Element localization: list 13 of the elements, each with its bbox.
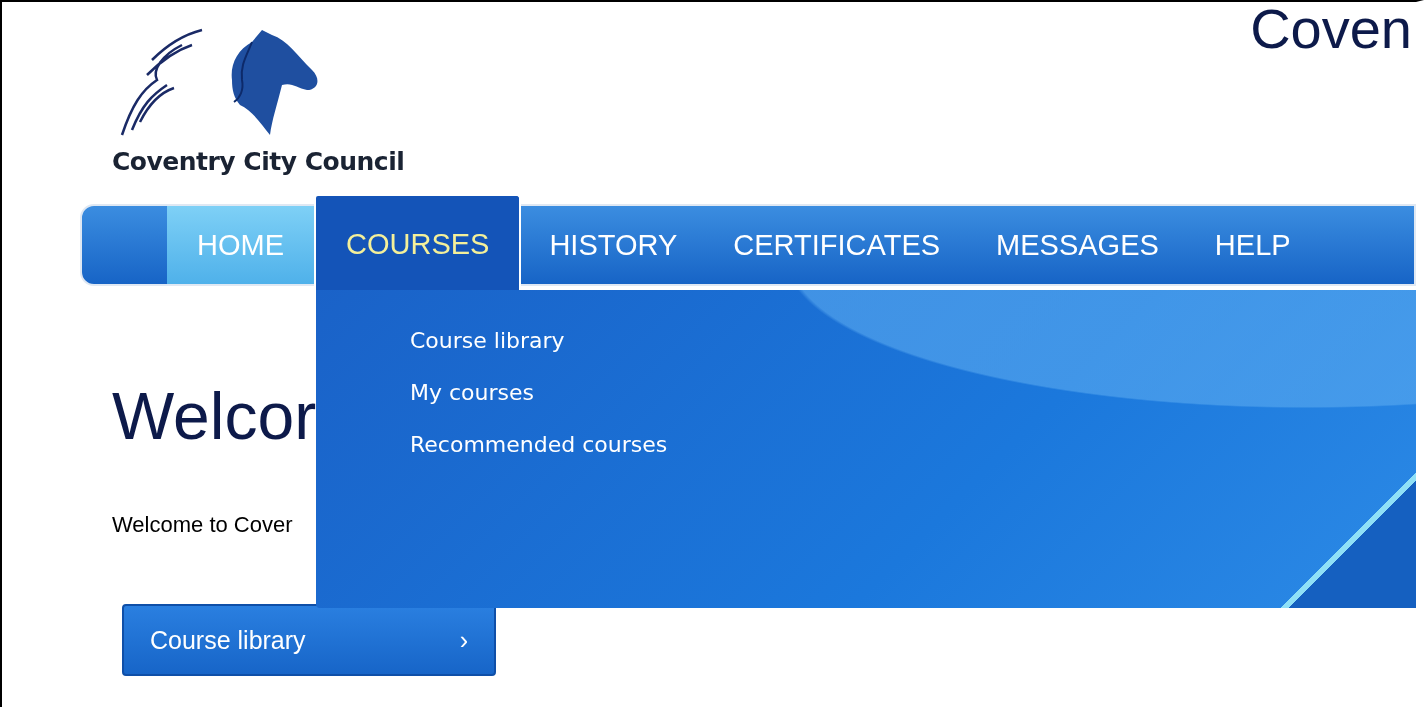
logo-text: Coventry City Council	[112, 147, 405, 176]
nav-tab[interactable]: COURSES	[314, 194, 522, 292]
dropdown-link[interactable]: Recommended courses	[410, 432, 1416, 457]
dropdown-link[interactable]: My courses	[410, 380, 1416, 405]
course-library-button[interactable]: Course library ›	[122, 604, 496, 676]
welcome-text: Welcome to Cover	[112, 512, 294, 538]
nav-tab[interactable]: CERTIFICATES	[705, 206, 969, 284]
nav-tab[interactable]: HISTORY	[521, 206, 706, 284]
site-title: Coven	[1250, 2, 1413, 60]
nav-tab[interactable]: MESSAGES	[968, 206, 1187, 284]
welcome-heading: Welcor	[112, 378, 317, 454]
dropdown-link[interactable]: Course library	[410, 328, 1416, 353]
nav-tab[interactable]: HELP	[1186, 206, 1319, 284]
